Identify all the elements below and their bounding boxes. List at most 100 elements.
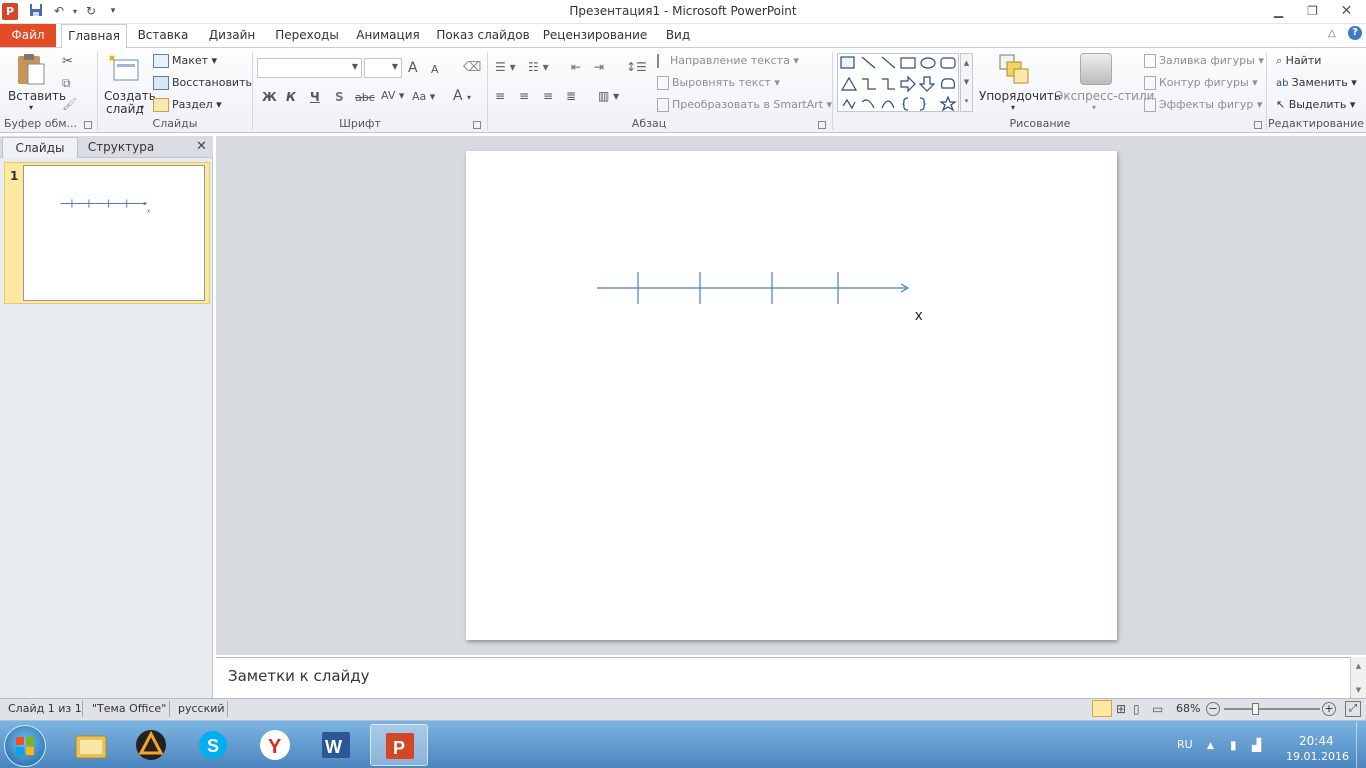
zoom-slider-thumb[interactable] xyxy=(1251,703,1259,715)
columns-icon[interactable]: ▥ ▾ xyxy=(598,89,619,103)
bullets-icon[interactable]: ☰ ▾ xyxy=(495,60,516,74)
new-slide-button-line2[interactable]: слайд xyxy=(106,102,144,116)
strikethrough-button[interactable]: abc xyxy=(355,91,375,104)
notes-scrollbar[interactable]: ▲ ▼ xyxy=(1350,657,1366,698)
normal-view-icon[interactable] xyxy=(1092,700,1112,717)
slide-sorter-icon[interactable]: ⊞ xyxy=(1116,702,1126,716)
tab-outline[interactable]: Структура xyxy=(82,137,160,158)
tab-slides[interactable]: Слайды xyxy=(2,137,78,158)
arrange-button[interactable]: Упорядочить xyxy=(979,89,1061,103)
tab-animations[interactable]: Анимация xyxy=(352,24,424,47)
aimp-icon[interactable] xyxy=(122,724,180,766)
zoom-in-icon[interactable]: + xyxy=(1322,702,1336,716)
numbering-icon[interactable]: ☷ ▾ xyxy=(528,60,549,74)
input-language[interactable]: RU xyxy=(1177,738,1193,751)
font-size-dropdown-icon[interactable]: ▼ xyxy=(392,62,398,71)
yandex-browser-icon[interactable]: Y xyxy=(246,724,304,766)
font-launcher-icon[interactable] xyxy=(473,121,481,129)
number-line-shape[interactable] xyxy=(466,151,1117,640)
align-right-icon[interactable]: ≡ xyxy=(543,89,553,103)
justify-icon[interactable]: ≣ xyxy=(566,89,576,103)
reading-view-icon[interactable]: ▯ xyxy=(1133,702,1140,716)
align-left-icon[interactable]: ≡ xyxy=(495,89,505,103)
new-slide-button[interactable]: Создать xyxy=(104,89,156,103)
scroll-arrows-icon[interactable]: ▲ ▼ xyxy=(1351,660,1366,696)
shape-fill-button[interactable]: Заливка фигуры ▾ xyxy=(1144,54,1264,68)
clock-time[interactable]: 20:44 xyxy=(1299,734,1334,748)
font-size-combobox[interactable]: ▼ xyxy=(364,58,402,78)
paste-button[interactable]: Вставить xyxy=(8,89,66,103)
shapes-gallery[interactable] xyxy=(837,53,959,112)
font-color-button[interactable]: A ▾ xyxy=(453,88,471,104)
shape-outline-button[interactable]: Контур фигуры ▾ xyxy=(1144,76,1258,90)
show-desktop-button[interactable] xyxy=(1356,722,1366,768)
zoom-level[interactable]: 68% xyxy=(1176,702,1200,715)
tab-home[interactable]: Главная xyxy=(61,24,127,48)
network-icon[interactable]: ▟ xyxy=(1252,738,1261,752)
fit-to-window-icon[interactable]: ⤢ xyxy=(1345,701,1361,717)
increase-indent-icon[interactable]: ⇥ xyxy=(594,60,604,74)
maximize-icon[interactable]: ❐ xyxy=(1296,0,1329,22)
new-slide-icon[interactable] xyxy=(108,54,140,87)
text-direction-button[interactable]: Направление текста ▾ xyxy=(657,54,799,68)
close-icon[interactable]: ✕ xyxy=(1330,0,1363,22)
zoom-slider[interactable] xyxy=(1224,703,1320,715)
shapes-gallery-scroll[interactable]: ▲ ▼ ▾ xyxy=(960,53,973,112)
slide-canvas[interactable]: x xyxy=(466,151,1117,640)
show-hidden-icons-icon[interactable]: ▲ xyxy=(1207,741,1214,751)
quick-styles-icon[interactable] xyxy=(1080,53,1112,85)
new-slide-dropdown-icon[interactable]: ▾ xyxy=(140,103,144,112)
tab-design[interactable]: Дизайн xyxy=(203,24,261,47)
theme-status[interactable]: "Тема Office" xyxy=(92,702,166,715)
tab-file[interactable]: Файл xyxy=(0,24,56,47)
clock-date[interactable]: 19.01.2016 xyxy=(1286,750,1349,763)
cut-icon[interactable]: ✂ xyxy=(62,54,73,69)
close-pane-icon[interactable]: ✕ xyxy=(196,139,207,154)
zoom-out-icon[interactable]: − xyxy=(1206,702,1220,716)
language-status[interactable]: русский xyxy=(178,702,225,715)
tab-view[interactable]: Вид xyxy=(660,24,696,47)
convert-smartart-button[interactable]: Преобразовать в SmartArt ▾ xyxy=(657,98,832,112)
font-name-combobox[interactable]: ▼ xyxy=(257,58,362,78)
tab-review[interactable]: Рецензирование xyxy=(541,24,649,47)
explorer-icon[interactable] xyxy=(62,724,120,766)
shrink-font-button[interactable]: A xyxy=(431,63,439,76)
notes-pane[interactable] xyxy=(216,657,1350,698)
layout-button[interactable]: Макет ▾ xyxy=(153,54,217,68)
axis-label-x[interactable]: x xyxy=(915,307,923,324)
align-center-icon[interactable]: ≡ xyxy=(519,89,529,103)
replace-button[interactable]: ab Заменить ▾ xyxy=(1276,76,1357,89)
align-text-button[interactable]: Выровнять текст ▾ xyxy=(657,76,780,90)
clear-formatting-icon[interactable]: ⌫ xyxy=(463,60,481,75)
slide-thumbnail[interactable]: x xyxy=(23,165,205,301)
change-case-button[interactable]: Aa ▾ xyxy=(412,90,435,103)
arrange-icon[interactable] xyxy=(998,53,1030,88)
clipboard-launcher-icon[interactable] xyxy=(84,121,92,129)
tab-insert[interactable]: Вставка xyxy=(134,24,192,47)
bold-button[interactable]: Ж xyxy=(262,90,277,104)
tab-transitions[interactable]: Переходы xyxy=(271,24,343,47)
minimize-ribbon-icon[interactable]: △ xyxy=(1328,28,1336,39)
reset-button[interactable]: Восстановить xyxy=(153,76,252,90)
word-icon[interactable]: W xyxy=(307,724,365,766)
drawing-launcher-icon[interactable] xyxy=(1254,121,1262,129)
font-name-dropdown-icon[interactable]: ▼ xyxy=(352,62,358,71)
battery-icon[interactable]: ▮ xyxy=(1230,738,1237,752)
line-spacing-icon[interactable]: ↕☰ xyxy=(626,60,647,74)
text-shadow-button[interactable]: S xyxy=(335,90,344,104)
help-icon[interactable]: ? xyxy=(1348,26,1362,40)
quick-styles-dropdown-icon[interactable]: ▾ xyxy=(1092,103,1096,112)
start-button[interactable] xyxy=(4,725,46,767)
notes-placeholder[interactable]: Заметки к слайду xyxy=(228,667,370,685)
format-painter-icon[interactable]: 🖌 xyxy=(62,97,77,111)
skype-icon[interactable]: S xyxy=(184,724,242,766)
paste-dropdown-icon[interactable]: ▾ xyxy=(29,103,33,112)
powerpoint-icon[interactable]: P xyxy=(370,724,428,766)
underline-button[interactable]: Ч xyxy=(310,90,320,104)
arrange-dropdown-icon[interactable]: ▾ xyxy=(1011,103,1015,112)
slideshow-view-icon[interactable]: ▭ xyxy=(1152,702,1163,716)
tab-slideshow[interactable]: Показ слайдов xyxy=(433,24,533,47)
paragraph-launcher-icon[interactable] xyxy=(818,121,826,129)
grow-font-button[interactable]: A xyxy=(408,60,418,76)
copy-icon[interactable]: ⧉ xyxy=(62,76,71,91)
